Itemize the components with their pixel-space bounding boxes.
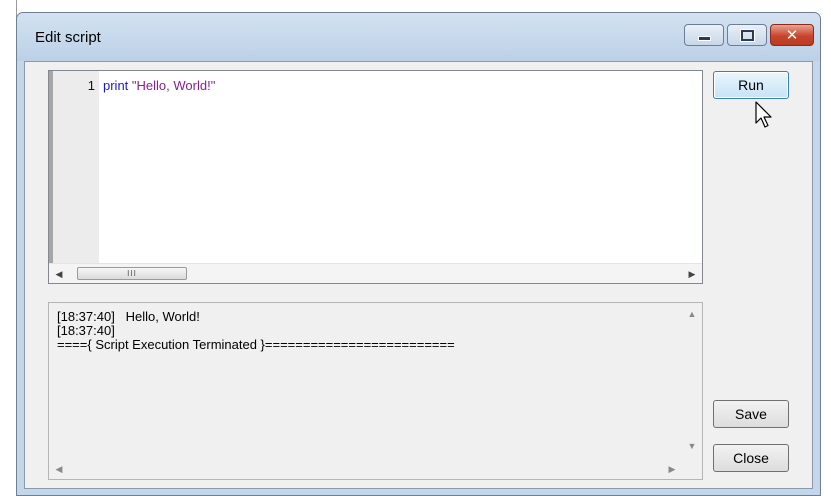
code-line[interactable]: print "Hello, World!" bbox=[103, 78, 215, 93]
title-bar[interactable]: Edit script ✕ bbox=[17, 13, 820, 61]
line-number-gutter: 1 bbox=[49, 71, 99, 263]
output-vertical-scrollbar[interactable]: ▲ ▼ bbox=[682, 303, 702, 459]
editor-scroll-thumb[interactable]: III bbox=[77, 267, 187, 280]
run-button[interactable]: Run bbox=[713, 71, 789, 99]
code-keyword: print bbox=[103, 78, 129, 93]
scroll-up-arrow-icon[interactable]: ▲ bbox=[685, 309, 699, 321]
editor-body[interactable]: 1 print "Hello, World!" bbox=[49, 71, 702, 264]
code-string: "Hello, World!" bbox=[131, 78, 216, 93]
line-number: 1 bbox=[87, 78, 95, 93]
caption-buttons: ✕ bbox=[684, 24, 814, 46]
close-button[interactable]: Close bbox=[713, 444, 789, 472]
script-editor[interactable]: 1 print "Hello, World!" ◀ III ▶ bbox=[48, 70, 703, 284]
output-text: [18:37:40] Hello, World! [18:37:40] ====… bbox=[57, 309, 455, 352]
close-window-button[interactable]: ✕ bbox=[770, 24, 814, 46]
scroll-right-arrow-icon[interactable]: ▶ bbox=[664, 462, 680, 476]
edit-script-window: Edit script ✕ 1 print "Hello, World!" ◀ … bbox=[16, 12, 821, 496]
background-window-edge bbox=[0, 0, 17, 496]
mouse-pointer-icon bbox=[755, 101, 772, 128]
dialog-client-area: 1 print "Hello, World!" ◀ III ▶ [18:37:4… bbox=[24, 61, 813, 489]
scroll-right-arrow-icon[interactable]: ▶ bbox=[684, 267, 700, 281]
scroll-left-arrow-icon[interactable]: ◀ bbox=[51, 462, 67, 476]
maximize-icon bbox=[740, 29, 754, 41]
minimize-icon bbox=[697, 36, 711, 41]
minimize-button[interactable] bbox=[684, 24, 724, 46]
editor-horizontal-scrollbar[interactable]: ◀ III ▶ bbox=[49, 263, 702, 283]
scroll-down-arrow-icon[interactable]: ▼ bbox=[685, 441, 699, 453]
save-button[interactable]: Save bbox=[713, 400, 789, 428]
scroll-left-arrow-icon[interactable]: ◀ bbox=[51, 267, 67, 281]
window-title: Edit script bbox=[35, 29, 101, 46]
scroll-grip: III bbox=[127, 269, 137, 278]
output-horizontal-scrollbar[interactable]: ◀ ▶ bbox=[49, 459, 682, 479]
maximize-button[interactable] bbox=[727, 24, 767, 46]
close-icon: ✕ bbox=[785, 27, 799, 44]
output-console[interactable]: [18:37:40] Hello, World! [18:37:40] ====… bbox=[48, 302, 703, 480]
